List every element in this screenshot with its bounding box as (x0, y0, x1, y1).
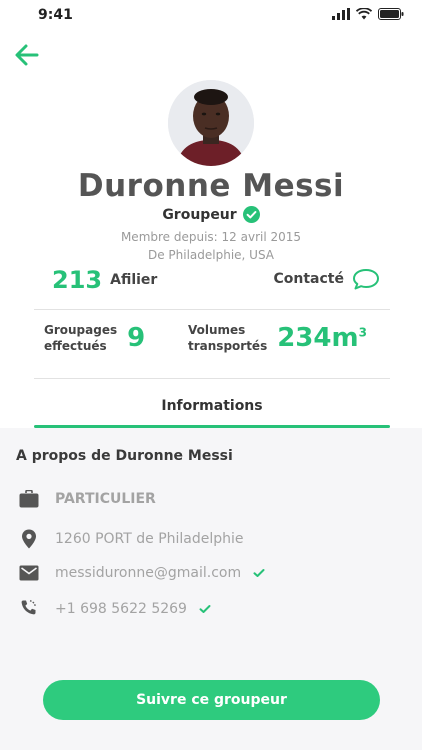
wifi-icon (356, 8, 372, 20)
arrow-left-icon (15, 44, 39, 66)
phone-verified-check-icon (199, 604, 211, 614)
chat-bubble-icon (353, 269, 379, 290)
about-section: A propos de Duronne Messi PARTICULIER 12… (0, 428, 422, 750)
profile-location: De Philadelphie, USA (147, 248, 275, 262)
status-time: 9:41 (38, 7, 73, 23)
member-since: Membre depuis: 12 avril 2015 (120, 230, 302, 244)
address-text: 1260 PORT de Philadelphie (55, 531, 244, 547)
contact-button[interactable]: Contacté (274, 268, 381, 290)
volumes-label: Volumes transportés (188, 323, 268, 353)
avatar (168, 80, 254, 166)
affiliates-label: Afilier (110, 272, 158, 288)
battery-icon (378, 8, 404, 20)
role-label: Groupeur (162, 206, 237, 223)
about-title: A propos de Duronne Messi (16, 448, 233, 464)
groupings-count: 9 (127, 323, 146, 353)
info-row-address: 1260 PORT de Philadelphie (18, 528, 244, 550)
email-verified-check-icon (253, 568, 265, 578)
email-text: messiduronne@gmail.com (55, 565, 242, 581)
briefcase-icon (18, 488, 40, 510)
account-type: PARTICULIER (55, 491, 156, 507)
divider (34, 309, 390, 310)
volumes-value: 234m3 (277, 323, 367, 353)
groupings-stat: Groupages effectués 9 (44, 322, 145, 354)
back-button[interactable] (12, 42, 42, 68)
info-row-phone: +1 698 5622 5269 (18, 598, 211, 620)
affiliates-count: 213 (52, 266, 103, 294)
phone-text: +1 698 5622 5269 (55, 601, 187, 617)
divider (34, 378, 390, 379)
status-bar: 9:41 (0, 0, 422, 30)
volumes-stat: Volumes transportés 234m3 (188, 322, 367, 354)
contact-label: Contacté (273, 271, 345, 287)
groupings-label: Groupages effectués (44, 323, 118, 353)
signal-icon (332, 8, 350, 20)
verified-badge-icon (242, 206, 260, 223)
phone-icon (18, 598, 40, 620)
status-icons (332, 8, 404, 20)
info-row-email: messiduronne@gmail.com (18, 562, 265, 584)
tab-label: Informations (161, 398, 263, 414)
profile-name: Duronne Messi (77, 168, 345, 204)
affiliates-stat: 213 Afilier (52, 266, 157, 294)
info-row-type: PARTICULIER (18, 488, 156, 510)
tab-informations[interactable]: Informations (34, 388, 390, 428)
follow-groupeur-button[interactable]: Suivre ce groupeur (43, 680, 380, 720)
email-icon (18, 562, 40, 584)
location-pin-icon (18, 528, 40, 550)
profile-photo (168, 80, 254, 166)
role-badge: Groupeur (0, 206, 422, 223)
